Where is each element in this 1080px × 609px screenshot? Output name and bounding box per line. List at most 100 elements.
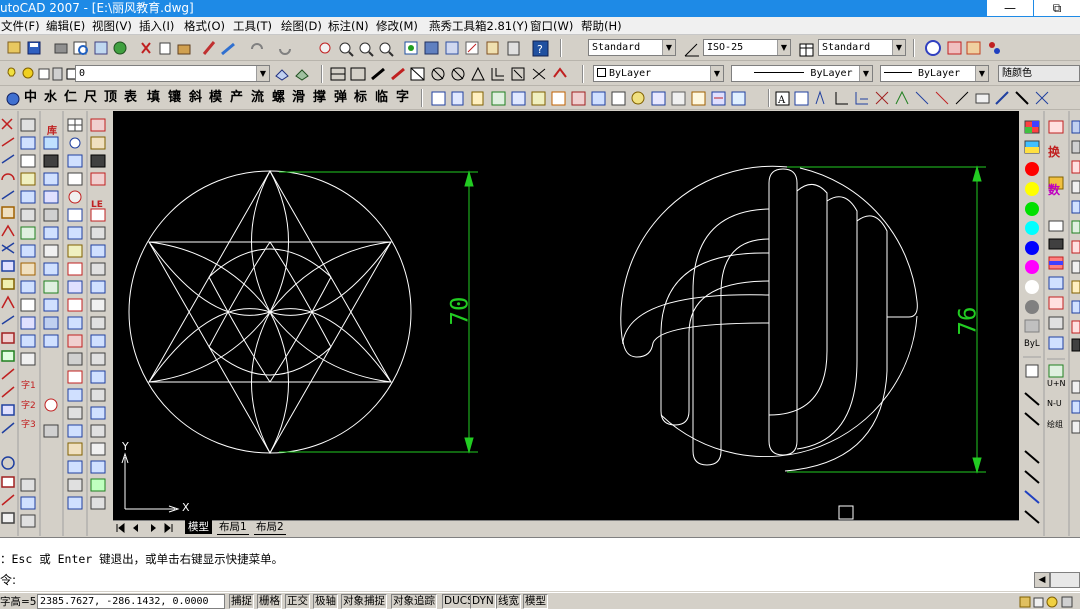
extra-icons[interactable] (922, 39, 1007, 57)
menu-bar: 文件(F) 编辑(E) 视图(V) 插入(I) 格式(O) 工具(T) 绘图(D) 标注(N)… (0, 17, 1080, 35)
palette-label-un[interactable]: U+N (1047, 379, 1066, 388)
menu-dimension[interactable]: 标注(N) (328, 17, 376, 35)
right-band-cap (887, 300, 918, 318)
color-select[interactable]: ByLayer ▼ (593, 65, 724, 82)
menu-help[interactable]: 帮助(H) (581, 17, 622, 35)
right-hook-1 (692, 208, 770, 466)
yx-btn-11[interactable]: 流 (251, 89, 264, 107)
yx-btn-15[interactable]: 弹 (334, 89, 347, 107)
yx-btn-16[interactable]: 标 (354, 89, 367, 107)
tab-layout1[interactable]: 布局1 (217, 520, 249, 535)
yx-btn-8[interactable]: 斜 (189, 89, 202, 107)
menu-view[interactable]: 视图(V) (92, 17, 139, 35)
tab-model[interactable]: 模型 (185, 520, 212, 534)
layers-toolbar: 0 ▼ ByLayer ▼ ByLayer ▼ ByLayer ▼ 随颜色 (0, 62, 1080, 86)
palette-label-zi1[interactable]: 字1 (21, 378, 36, 391)
command-window[interactable]: ：Esc 或 Enter 键退出，或单击右键显示快捷菜单。 令: ◀ (0, 537, 1080, 591)
tray-icons[interactable] (1018, 594, 1080, 609)
menu-tools[interactable]: 工具(T) (233, 17, 281, 35)
yx-btn-0[interactable]: 中 (24, 89, 37, 107)
toggle-snap[interactable]: 捕捉 (229, 594, 254, 609)
plotstyle-select[interactable]: 随颜色 (998, 65, 1080, 82)
yanxiu-icons-a[interactable] (428, 89, 768, 108)
menu-insert[interactable]: 插入(I) (139, 17, 184, 35)
dim-right-text: 76 (953, 306, 982, 336)
standard-icons[interactable]: ? (0, 39, 560, 57)
toggle-grid[interactable]: 栅格 (257, 594, 282, 609)
menu-yanxiu[interactable]: 燕秀工具箱2.81(Y) (429, 17, 530, 35)
tab-nav-arrows[interactable] (113, 522, 177, 534)
yx-btn-17[interactable]: 临 (375, 89, 388, 107)
dim-style-icon (684, 43, 699, 57)
palette-label-byl[interactable]: ByL (1024, 339, 1040, 349)
table-style-select[interactable]: Standard ▼ (818, 39, 906, 56)
toggle-lineweight[interactable]: 线宽 (496, 594, 521, 609)
yx-btn-7[interactable]: 镶 (168, 89, 181, 107)
standard-toolbar: ? Standard ▼ ISO-25 ▼ Standard ▼ (0, 36, 1080, 61)
linetype-select[interactable]: ByLayer ▼ (731, 65, 873, 82)
toggle-dyn[interactable]: DYN (470, 594, 496, 609)
palette-label-shu[interactable]: 数 (1048, 181, 1060, 198)
palette-label-zi2[interactable]: 字2 (21, 398, 36, 411)
palette-label-huan[interactable]: 换 (1048, 143, 1060, 160)
yx-btn-10[interactable]: 产 (230, 89, 243, 107)
yx-btn-1[interactable]: 水 (44, 89, 57, 107)
layer-tools-icons[interactable] (274, 66, 314, 83)
right-slot-center (768, 168, 798, 456)
dim-style-select[interactable]: ISO-25 ▼ (703, 39, 791, 56)
menu-modify[interactable]: 修改(M) (376, 17, 429, 35)
layer-select[interactable]: 0 ▼ (75, 65, 270, 82)
yx-btn-4[interactable]: 顶 (104, 89, 117, 107)
text-style-select[interactable]: Standard ▼ (588, 39, 676, 56)
yx-btn-5[interactable]: 表 (124, 89, 137, 107)
layer-state-icons (7, 67, 78, 81)
right-band-3 (784, 215, 888, 472)
yx-btn-3[interactable]: 尺 (84, 89, 97, 107)
table-style-icon (799, 43, 814, 57)
yx-btn-9[interactable]: 模 (209, 89, 222, 107)
right-band-1 (768, 184, 828, 416)
yx-btn-2[interactable]: 仁 (64, 89, 77, 107)
yx-btn-12[interactable]: 螺 (272, 89, 285, 107)
right-tool-palette[interactable] (1019, 111, 1080, 536)
minimize-button[interactable]: — (987, 0, 1033, 16)
right-hook-2 (660, 252, 770, 426)
yx-btn-13[interactable]: 滑 (292, 89, 305, 107)
drawing-canvas[interactable]: 70 76 Y X (113, 111, 1019, 520)
tab-layout2[interactable]: 布局2 (254, 520, 286, 535)
toggle-otrack[interactable]: 对象追踪 (391, 594, 437, 609)
left-arc-b (208, 346, 332, 376)
menu-window[interactable]: 窗口(W) (530, 17, 581, 35)
window-title: utoCAD 2007 - [E:\丽风教育.dwg] (0, 1, 194, 15)
yx-btn-6[interactable]: 填 (147, 89, 160, 107)
inquiry-icons[interactable] (328, 65, 578, 83)
status-bar: 字高=5 2385.7627, -286.1432, 0.0000 捕捉 栅格 … (0, 592, 1080, 609)
command-prompt-line[interactable]: 令: (0, 571, 1030, 589)
toggle-ortho[interactable]: 正交 (285, 594, 310, 609)
yanxiu-gear-icon[interactable] (4, 90, 22, 107)
toggle-osnap[interactable]: 对象捕捉 (341, 594, 387, 609)
toggle-polar[interactable]: 极轴 (313, 594, 338, 609)
toggle-model[interactable]: 模型 (523, 594, 548, 609)
menu-edit[interactable]: 编辑(E) (46, 17, 92, 35)
palette-label-nu[interactable]: N-U (1047, 399, 1062, 408)
menu-draw[interactable]: 绘图(D) (281, 17, 328, 35)
dim-right-arrow-top (972, 165, 982, 182)
dim-right-arrow-bottom (972, 457, 982, 474)
yanxiu-icons-b[interactable]: A (774, 89, 1074, 108)
palette-label-ku[interactable]: 库 (47, 122, 57, 137)
command-history-line: Esc 或 Enter 键退出，或单击右键显示快捷菜单。 (11, 552, 284, 566)
command-scroll-left[interactable]: ◀ (1034, 572, 1050, 588)
menu-file[interactable]: 文件(F) (1, 17, 46, 35)
restore-button[interactable]: ⧉ (1034, 0, 1080, 16)
palette-label-zi3[interactable]: 字3 (21, 417, 36, 430)
yx-btn-14[interactable]: 撑 (313, 89, 326, 107)
lineweight-select[interactable]: ByLayer ▼ (880, 65, 989, 82)
command-scrollbar[interactable] (1050, 572, 1080, 588)
menu-format[interactable]: 格式(O) (184, 17, 233, 35)
yx-btn-18[interactable]: 字 (396, 89, 409, 107)
left-tool-palette[interactable] (0, 111, 113, 536)
palette-label-le[interactable]: LE (91, 200, 103, 210)
dim-left-arrow-top (464, 170, 474, 187)
palette-label-huizu[interactable]: 绘组 (1047, 419, 1063, 430)
